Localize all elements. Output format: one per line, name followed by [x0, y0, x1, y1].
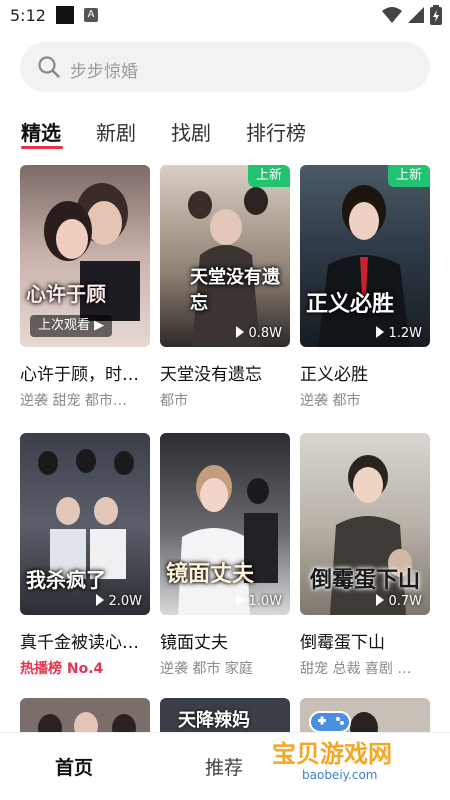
poster-title-text: 我杀疯了	[26, 568, 106, 592]
search-input[interactable]: 步步惊婚	[20, 42, 430, 92]
drama-card[interactable]: 我杀疯了 2.0W 真千金被读心… 热播榜 No.4	[20, 433, 150, 683]
site-watermark: 宝贝游戏网 baobeiy.com	[272, 711, 450, 800]
drama-poster[interactable]: 心许于顾 上次观看 ▶	[20, 165, 150, 347]
watermark-url: baobeiy.com	[302, 768, 378, 782]
search-placeholder: 步步惊婚	[70, 62, 138, 82]
view-count: 1.2W	[376, 326, 422, 341]
drama-poster[interactable]: 上新 正义必胜 1.2W	[300, 165, 430, 347]
drama-title[interactable]: 心许于顾，时…	[20, 360, 150, 385]
drama-poster[interactable]: 镜面丈夫 1.0W	[160, 433, 290, 615]
drama-poster[interactable]: 倒霉蛋下山 0.7W	[300, 433, 430, 615]
active-tab-indicator	[21, 146, 63, 149]
poster-title-text: 镜面丈夫	[166, 561, 255, 587]
hot-ranking-label: 热播榜 No.4	[20, 661, 104, 677]
view-count: 0.7W	[376, 594, 422, 609]
view-count-value: 1.2W	[388, 326, 422, 341]
drama-poster[interactable]: 上新 天堂没有遗忘 0.8W	[160, 165, 290, 347]
category-tabs: 精选 新剧 找剧 排行榜	[0, 112, 450, 154]
play-icon	[236, 326, 245, 338]
view-count: 1.0W	[236, 594, 282, 609]
poster-title-text: 天降辣妈	[178, 710, 250, 731]
drama-title[interactable]: 倒霉蛋下山	[300, 628, 430, 653]
battery-icon	[430, 5, 442, 25]
poster-title-text: 正义必胜	[306, 291, 395, 317]
drama-tags: 逆袭 甜宠 都市…	[20, 393, 127, 409]
drama-card[interactable]: 上新 正义必胜 1.2W 正义必胜 逆袭 都市	[300, 165, 430, 415]
drama-title[interactable]: 镜面丈夫	[160, 628, 290, 653]
drama-title[interactable]: 正义必胜	[300, 360, 430, 385]
view-count: 0.8W	[236, 326, 282, 341]
status-bar: 5:12 A	[0, 0, 450, 32]
drama-card[interactable]: 镜面丈夫 1.0W 镜面丈夫 逆袭 都市 家庭	[160, 433, 290, 683]
view-count-value: 0.8W	[248, 326, 282, 341]
view-count: 2.0W	[96, 594, 142, 609]
last-watched-badge[interactable]: 上次观看 ▶	[30, 315, 113, 337]
gamepad-logo-icon	[309, 711, 351, 733]
drama-title[interactable]: 真千金被读心…	[20, 628, 150, 653]
drama-card[interactable]: 倒霉蛋下山 0.7W 倒霉蛋下山 甜宠 总裁 喜剧 …	[300, 433, 430, 683]
tab-rankings[interactable]: 排行榜	[246, 117, 306, 146]
poster-title-text: 倒霉蛋下山	[310, 567, 421, 593]
view-count-value: 1.0W	[248, 594, 282, 609]
wifi-icon	[382, 7, 402, 23]
play-icon	[376, 326, 385, 338]
drama-tags: 甜宠 总裁 喜剧 …	[300, 661, 412, 677]
tab-find-dramas[interactable]: 找剧	[171, 117, 211, 146]
watermark-text: 宝贝游戏网	[272, 740, 392, 768]
play-icon	[236, 594, 245, 606]
new-badge: 上新	[387, 165, 430, 187]
poster-title-text: 心许于顾	[26, 282, 106, 306]
tab-new-dramas[interactable]: 新剧	[96, 117, 136, 146]
drama-card[interactable]: 心许于顾 上次观看 ▶ 心许于顾，时… 逆袭 甜宠 都市…	[20, 165, 150, 415]
play-icon	[96, 594, 105, 606]
status-time: 5:12	[10, 6, 46, 25]
play-icon	[376, 594, 385, 606]
new-badge: 上新	[247, 165, 290, 187]
view-count-value: 0.7W	[388, 594, 422, 609]
poster-title-text: 天堂没有遗忘	[190, 267, 280, 314]
signal-icon	[408, 7, 424, 23]
notification-square-icon	[56, 6, 74, 24]
drama-tags: 都市	[160, 393, 188, 409]
drama-tags: 逆袭 都市	[300, 393, 361, 409]
drama-poster[interactable]: 我杀疯了 2.0W	[20, 433, 150, 615]
nav-recommend[interactable]: 推荐	[205, 753, 243, 780]
view-count-value: 2.0W	[108, 594, 142, 609]
drama-title[interactable]: 天堂没有遗忘	[160, 360, 290, 385]
drama-tags: 逆袭 都市 家庭	[160, 661, 253, 677]
tab-featured[interactable]: 精选	[21, 117, 61, 146]
search-icon	[38, 56, 60, 78]
drama-card[interactable]: 上新 天堂没有遗忘 0.8W 天堂没有遗忘 都市	[160, 165, 290, 415]
notification-app-icon: A	[84, 8, 98, 22]
nav-home[interactable]: 首页	[55, 753, 93, 780]
